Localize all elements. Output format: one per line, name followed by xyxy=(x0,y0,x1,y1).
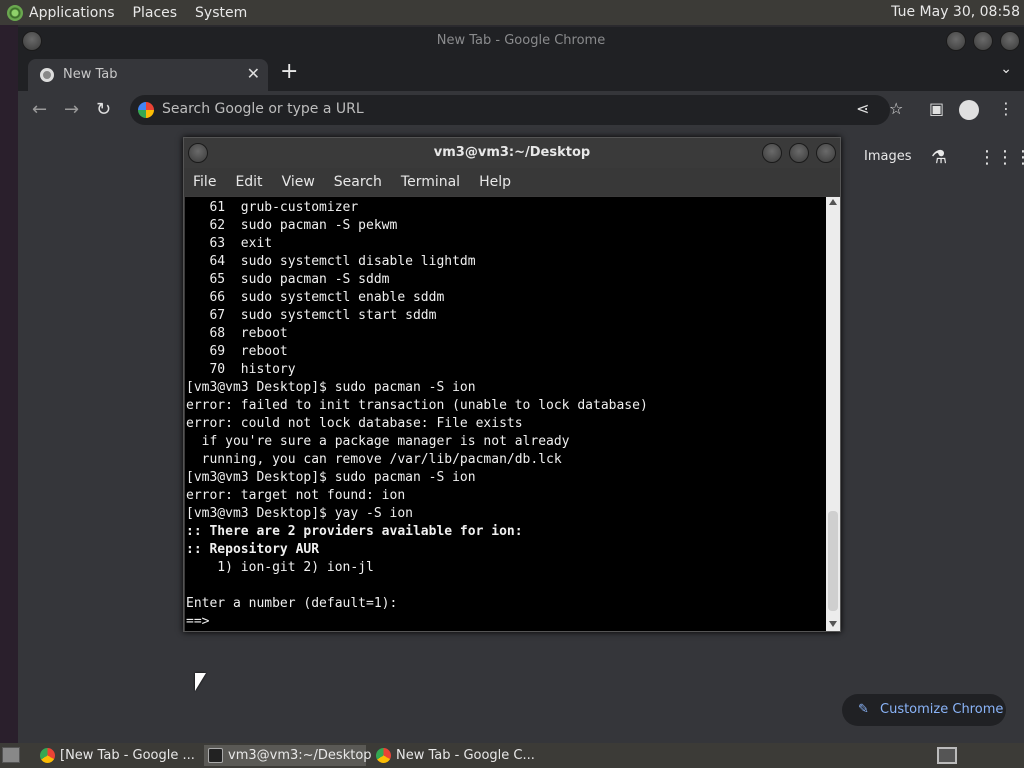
side-panel-icon[interactable]: ▣ xyxy=(929,99,944,118)
tab-new-tab[interactable]: New Tab ✕ xyxy=(28,59,268,91)
terminal-title: vm3@vm3:~/Desktop xyxy=(433,145,591,160)
terminal-line: 61 grub-customizer xyxy=(186,200,359,215)
google-icon xyxy=(138,102,154,118)
tab-strip: New Tab ✕ + ⌄ xyxy=(18,55,1024,91)
window-menu-button[interactable] xyxy=(22,31,42,51)
chevron-down-icon[interactable]: ⌄ xyxy=(1000,61,1012,77)
minimize-button[interactable] xyxy=(946,31,966,51)
menu-places[interactable]: Places xyxy=(133,5,178,21)
top-panel: Applications Places System Tue May 30, 0… xyxy=(0,0,1024,25)
omnibox[interactable]: Search Google or type a URL xyxy=(130,95,890,125)
menu-file[interactable]: File xyxy=(193,174,216,190)
bookmark-star-icon[interactable]: ☆ xyxy=(889,99,903,118)
taskbar-item-label: vm3@vm3:~/Desktop xyxy=(228,748,372,763)
terminal-titlebar[interactable]: vm3@vm3:~/Desktop xyxy=(184,138,840,168)
terminal-line: :: Repository AUR xyxy=(186,542,320,557)
terminal-line: 64 sudo systemctl disable lightdm xyxy=(186,254,476,269)
terminal-line: ==> xyxy=(186,614,210,629)
taskbar-item-terminal[interactable]: vm3@vm3:~/Desktop xyxy=(204,745,372,766)
close-window-button[interactable] xyxy=(816,143,836,163)
terminal-output[interactable]: 61 grub-customizer 62 sudo pacman -S pek… xyxy=(185,197,826,631)
customize-chrome-label: Customize Chrome xyxy=(880,702,1004,717)
terminal-line: running, you can remove /var/lib/pacman/… xyxy=(186,452,562,467)
terminal-line: if you're sure a package manager is not … xyxy=(186,434,570,449)
customize-chrome-button[interactable]: ✎ Customize Chrome xyxy=(842,694,1006,726)
apps-grid-icon[interactable]: ⋮⋮⋮ xyxy=(978,147,1024,168)
terminal-line: error: failed to init transaction (unabl… xyxy=(186,398,648,413)
terminal-menubar: File Edit View Search Terminal Help xyxy=(184,168,840,196)
terminal-line: [vm3@vm3 Desktop]$ sudo pacman -S ion xyxy=(186,470,476,485)
chrome-toolbar: ← → ↻ Search Google or type a URL ⋖ ☆ ▣ … xyxy=(18,91,1024,129)
chrome-titlebar[interactable]: New Tab - Google Chrome xyxy=(18,27,1024,55)
menu-system[interactable]: System xyxy=(195,5,247,21)
close-window-button[interactable] xyxy=(1000,31,1020,51)
share-icon[interactable]: ⋖ xyxy=(856,99,869,118)
maximize-button[interactable] xyxy=(973,31,993,51)
scrollbar-thumb[interactable] xyxy=(828,511,838,611)
chrome-icon xyxy=(40,68,54,82)
mate-logo-icon[interactable] xyxy=(7,4,23,21)
back-icon[interactable]: ← xyxy=(32,99,47,120)
minimize-button[interactable] xyxy=(762,143,782,163)
terminal-line: error: could not lock database: File exi… xyxy=(186,416,523,431)
terminal-icon xyxy=(208,748,223,763)
close-icon[interactable]: ✕ xyxy=(247,64,260,83)
terminal-line: 63 exit xyxy=(186,236,273,251)
terminal-line: [vm3@vm3 Desktop]$ sudo pacman -S ion xyxy=(186,380,476,395)
images-link[interactable]: Images xyxy=(864,149,912,164)
desktop-background xyxy=(0,25,18,743)
chrome-icon xyxy=(40,748,55,763)
maximize-button[interactable] xyxy=(789,143,809,163)
terminal-line: Enter a number (default=1): xyxy=(186,596,398,611)
show-desktop-icon[interactable] xyxy=(2,747,20,763)
pencil-icon: ✎ xyxy=(858,702,869,717)
tab-title: New Tab xyxy=(63,67,118,82)
menu-terminal[interactable]: Terminal xyxy=(401,174,460,190)
terminal-line: 70 history xyxy=(186,362,296,377)
menu-edit[interactable]: Edit xyxy=(235,174,262,190)
terminal-scrollbar[interactable] xyxy=(826,197,840,631)
scroll-down-icon[interactable] xyxy=(829,621,837,627)
omnibox-placeholder: Search Google or type a URL xyxy=(162,101,364,117)
menu-help[interactable]: Help xyxy=(479,174,511,190)
forward-icon[interactable]: → xyxy=(64,99,79,120)
menu-search[interactable]: Search xyxy=(334,174,382,190)
window-menu-button[interactable] xyxy=(188,143,208,163)
taskbar: [New Tab - Google ... vm3@vm3:~/Desktop … xyxy=(0,743,1024,768)
terminal-line: :: There are 2 providers available for i… xyxy=(186,524,523,539)
reload-icon[interactable]: ↻ xyxy=(96,99,111,120)
menu-view[interactable]: View xyxy=(282,174,315,190)
mouse-pointer-icon xyxy=(195,673,206,691)
terminal-line: 68 reboot xyxy=(186,326,288,341)
profile-avatar[interactable] xyxy=(959,100,979,120)
chrome-window-title: New Tab - Google Chrome xyxy=(436,33,606,48)
terminal-line: 66 sudo systemctl enable sddm xyxy=(186,290,445,305)
terminal-window: vm3@vm3:~/Desktop File Edit View Search … xyxy=(183,137,841,632)
new-tab-icon[interactable]: + xyxy=(280,59,298,84)
terminal-line: 69 reboot xyxy=(186,344,288,359)
terminal-line: 1) ion-git 2) ion-jl xyxy=(186,560,374,575)
terminal-line: 65 sudo pacman -S sddm xyxy=(186,272,390,287)
scroll-up-icon[interactable] xyxy=(829,199,837,205)
labs-flask-icon[interactable]: ⚗ xyxy=(931,147,947,168)
chrome-icon xyxy=(376,748,391,763)
more-menu-icon[interactable]: ⋮ xyxy=(998,99,1014,118)
workspace-switcher[interactable] xyxy=(937,747,957,764)
terminal-line: error: target not found: ion xyxy=(186,488,406,503)
taskbar-item-chrome-2[interactable]: New Tab - Google C... xyxy=(372,745,542,766)
clock[interactable]: Tue May 30, 08:58 xyxy=(891,4,1020,20)
terminal-line: 67 sudo systemctl start sddm xyxy=(186,308,437,323)
terminal-line: [vm3@vm3 Desktop]$ yay -S ion xyxy=(186,506,413,521)
taskbar-item-label: New Tab - Google C... xyxy=(396,748,535,763)
taskbar-item-label: [New Tab - Google ... xyxy=(60,748,195,763)
menu-applications[interactable]: Applications xyxy=(29,5,115,21)
taskbar-item-chrome-1[interactable]: [New Tab - Google ... xyxy=(36,745,200,766)
terminal-line: 62 sudo pacman -S pekwm xyxy=(186,218,398,233)
